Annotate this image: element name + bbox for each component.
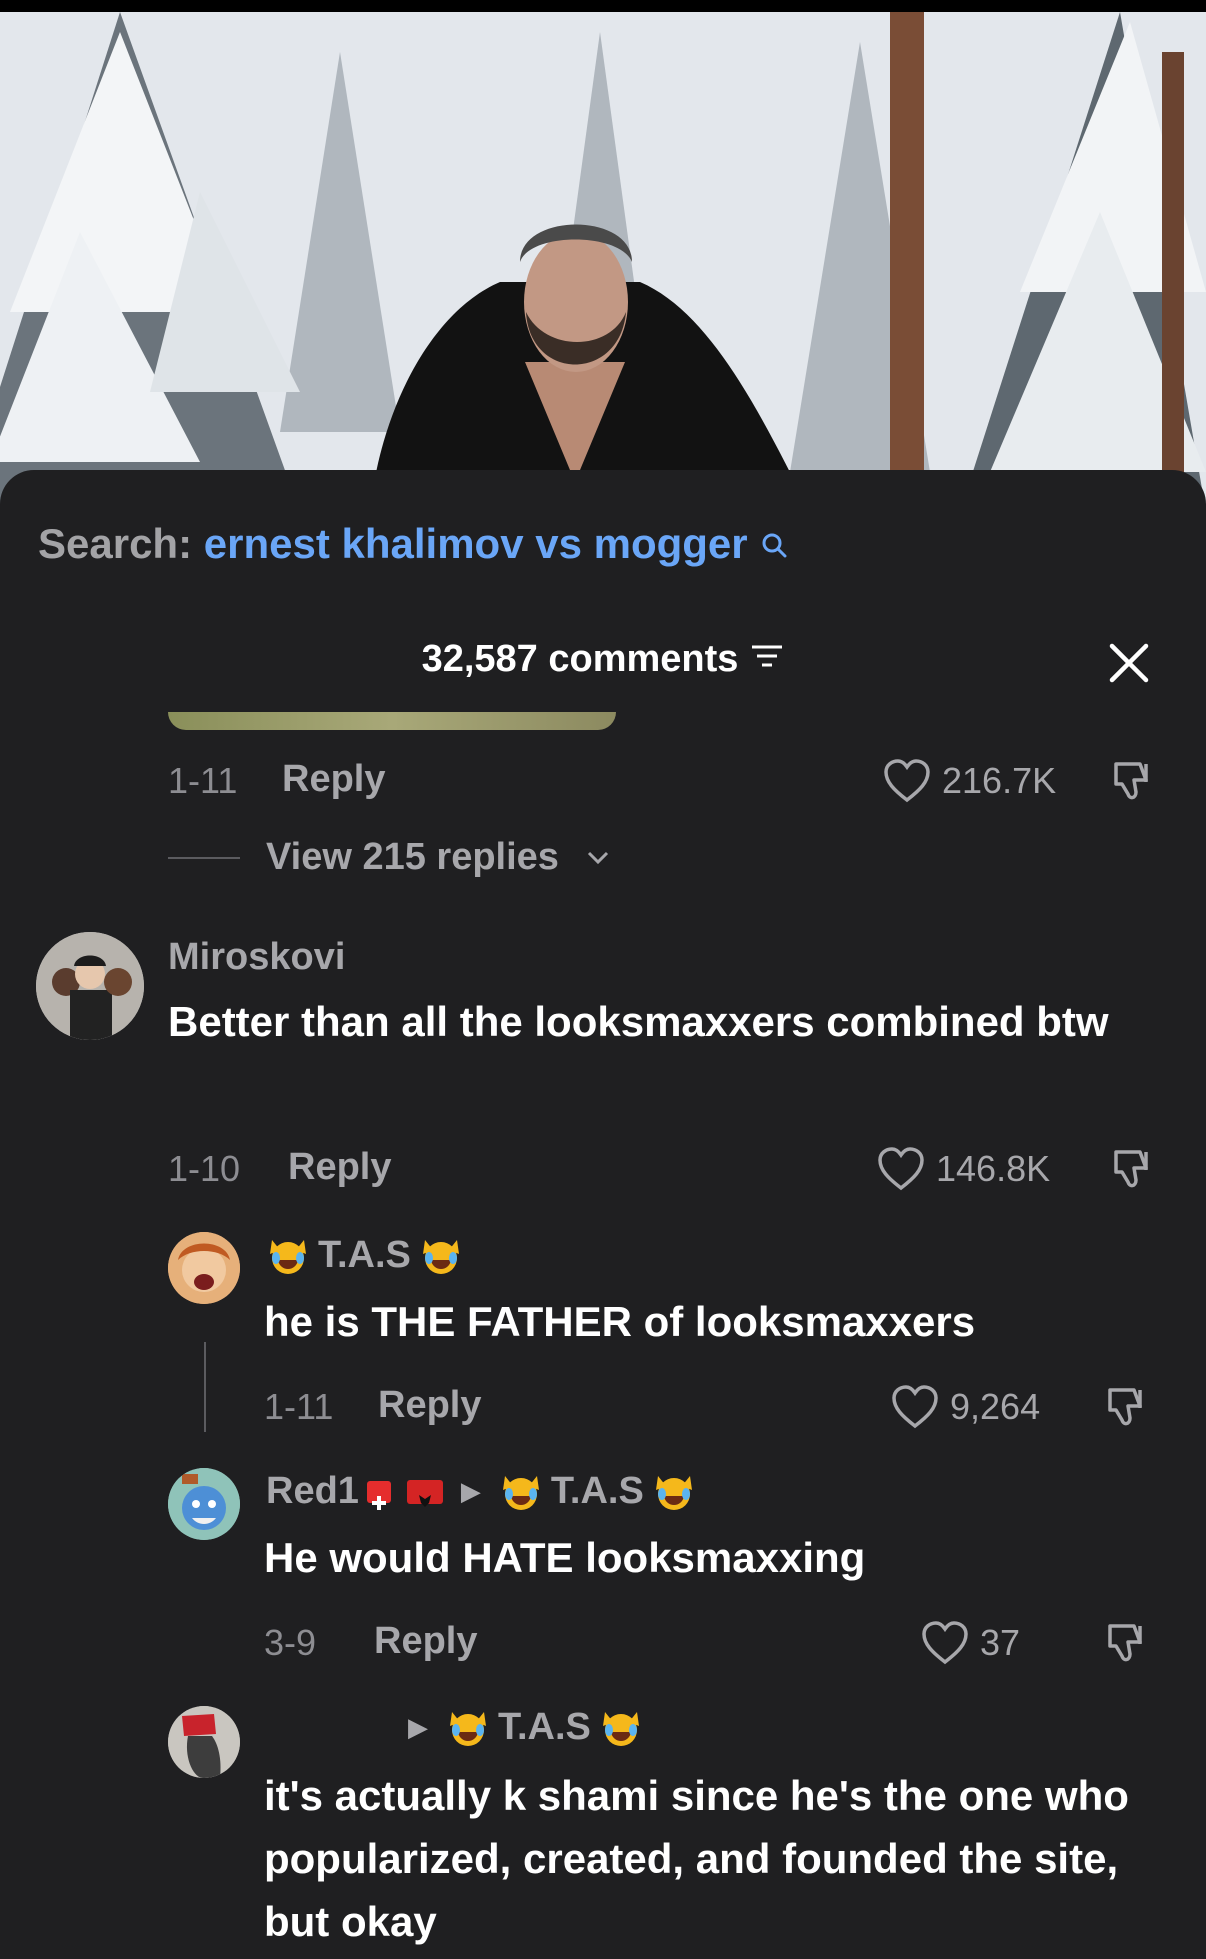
close-icon — [1109, 643, 1149, 683]
reply-button[interactable]: Reply — [282, 758, 385, 801]
comment-image-bottom — [168, 712, 616, 730]
comment-count: 32,587 comments — [421, 638, 739, 680]
dislike-icon — [1108, 1624, 1142, 1662]
laughing-cat-emoji — [422, 1239, 459, 1274]
heart-icon — [892, 1385, 938, 1429]
dislike-button[interactable] — [1102, 1384, 1152, 1437]
close-button[interactable] — [1104, 638, 1154, 688]
reply-arrow-icon: ▶ — [408, 1712, 428, 1742]
comment-text: he is THE FATHER of looksmaxxers — [264, 1298, 976, 1345]
snowy-forest-image — [0, 12, 1206, 512]
like-button[interactable]: 37 — [920, 1620, 1020, 1666]
avatar[interactable] — [168, 1232, 240, 1304]
dislike-button[interactable] — [1108, 1146, 1158, 1199]
username-row[interactable]: T.A.S — [266, 1234, 463, 1277]
albanian-flag — [406, 1479, 443, 1507]
username-row[interactable]: Red1 ▶ T.A.S — [266, 1470, 696, 1513]
like-count: 216.7K — [942, 760, 1057, 801]
laughing-cat-emoji — [502, 1475, 539, 1510]
search-icon — [761, 520, 787, 568]
reply-button[interactable]: Reply — [378, 1384, 481, 1427]
status-bar — [0, 0, 1206, 12]
like-count: 146.8K — [936, 1148, 1051, 1189]
dislike-icon — [1108, 1388, 1142, 1426]
heart-icon — [878, 1147, 924, 1191]
avatar[interactable] — [168, 1706, 240, 1778]
comment-date: 1-11 — [168, 760, 238, 801]
view-replies-label: View 215 replies — [266, 836, 559, 878]
comments-header: 32,587 comments — [0, 638, 1206, 681]
comment-date: 1-10 — [168, 1148, 241, 1189]
comment-text: He would HATE looksmaxxing — [264, 1534, 866, 1581]
laughing-cat-emoji — [270, 1239, 306, 1274]
divider-line — [168, 856, 240, 859]
comment-text: Better than all the looksmaxxers combine… — [168, 998, 1109, 1045]
username-row[interactable]: ▶ T.A.S — [390, 1706, 643, 1749]
like-button[interactable]: 9,264 — [890, 1384, 1040, 1430]
laughing-cat-emoji — [450, 1711, 486, 1746]
thread-line — [204, 1342, 206, 1432]
laughing-cat-emoji — [655, 1475, 692, 1510]
video-preview[interactable] — [0, 12, 1206, 512]
reply-button[interactable]: Reply — [288, 1146, 391, 1189]
swiss-flag — [366, 1480, 391, 1510]
heart-icon — [922, 1621, 968, 1665]
username[interactable]: Miroskovi — [168, 936, 345, 979]
like-count: 37 — [980, 1622, 1021, 1663]
username: T.A.S — [318, 1234, 411, 1276]
filter-icon[interactable] — [750, 638, 784, 681]
search-query-link[interactable]: ernest khalimov vs mogger — [204, 520, 748, 567]
like-count: 9,264 — [950, 1386, 1041, 1427]
dislike-icon — [1114, 762, 1148, 800]
reply-to-username: T.A.S — [550, 1470, 644, 1512]
search-label: Search: — [38, 520, 193, 567]
comment-text: it's actually k shami since he's the one… — [264, 1772, 1129, 1945]
username: Red1 — [266, 1470, 359, 1512]
search-suggestion[interactable]: Search: ernest khalimov vs mogger — [38, 520, 787, 568]
dislike-button[interactable] — [1102, 1620, 1152, 1673]
laughing-cat-emoji — [602, 1711, 639, 1746]
like-button[interactable]: 216.7K — [882, 758, 1056, 804]
reply-button[interactable]: Reply — [374, 1620, 477, 1663]
dislike-button[interactable] — [1108, 758, 1158, 811]
reply-arrow-icon: ▶ — [460, 1476, 481, 1506]
view-replies-button[interactable]: View 215 replies — [168, 836, 611, 879]
avatar[interactable] — [36, 932, 144, 1040]
reply-to-username: T.A.S — [498, 1706, 591, 1748]
like-button[interactable]: 146.8K — [876, 1146, 1050, 1192]
chevron-down-icon — [587, 851, 609, 864]
heart-icon — [884, 759, 930, 803]
comment-date: 1-11 — [264, 1386, 334, 1427]
dislike-icon — [1114, 1150, 1148, 1188]
avatar[interactable] — [168, 1468, 240, 1540]
comment-date: 3-9 — [264, 1622, 317, 1663]
